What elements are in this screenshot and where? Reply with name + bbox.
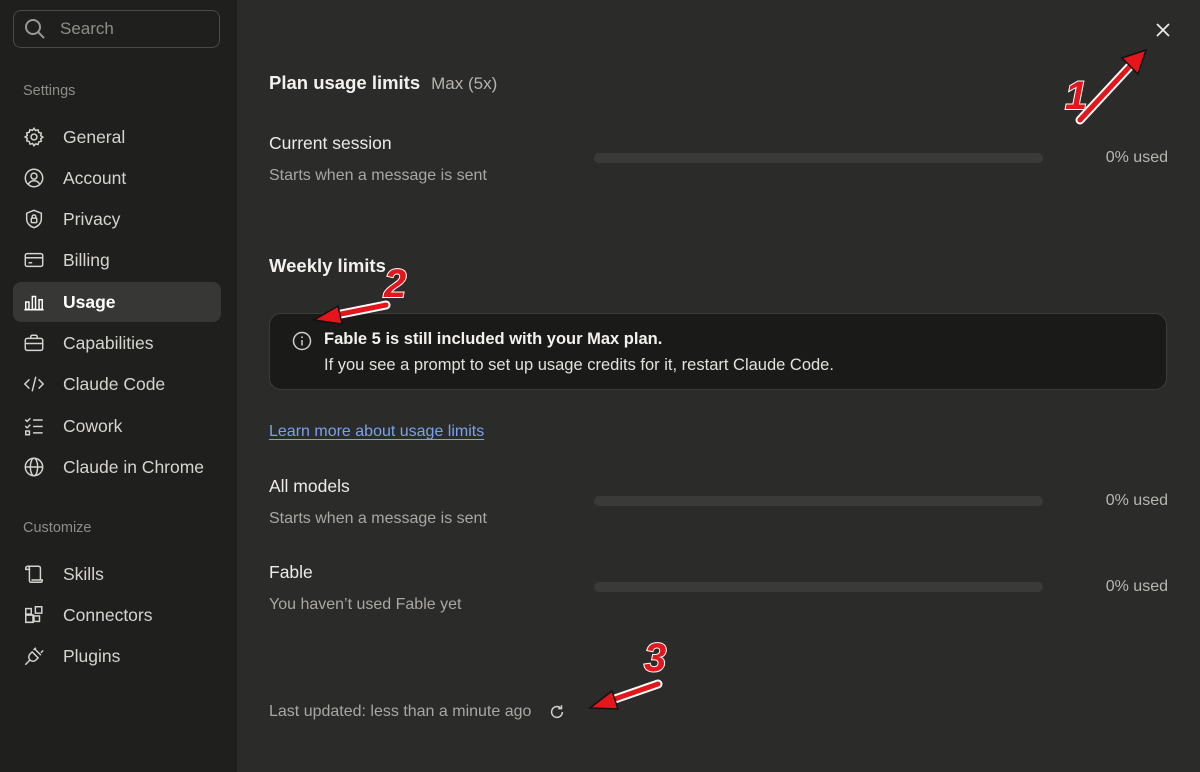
bar-chart-icon [23,291,45,313]
sidebar-item-label: Connectors [63,604,153,625]
sidebar-item-label: Usage [63,291,116,312]
all-models-progress-bar [594,496,1043,506]
sidebar-item-label: Skills [63,563,104,584]
fable-title: Fable [269,562,313,582]
sidebar-item-cowork[interactable]: Cowork [13,406,221,446]
search-input[interactable] [60,19,200,39]
current-session-subtitle: Starts when a message is sent [269,167,487,184]
globe-icon [23,456,45,478]
close-icon [1156,23,1170,37]
settings-section-label: Settings [23,83,76,99]
fable-subtitle: You haven’t used Fable yet [269,596,462,613]
blocks-icon [23,604,45,626]
close-button[interactable] [1151,18,1175,42]
all-models-subtitle: Starts when a message is sent [269,510,487,527]
sidebar-item-claude-code[interactable]: Claude Code [13,364,221,404]
current-session-title: Current session [269,133,392,153]
user-circle-icon [23,167,45,189]
sidebar-item-label: General [63,126,126,147]
scroll-icon [23,563,45,585]
notice-body: If you see a prompt to set up usage cred… [324,356,834,374]
current-session-progress-bar [594,153,1043,163]
sidebar-item-billing[interactable]: Billing [13,240,221,280]
usage-panel: Plan usage limits Max (5x) Current sessi… [237,0,1200,772]
annotation-number-1: 1 [1064,73,1088,119]
info-notice: Fable 5 is still included with your Max … [269,313,1167,390]
credit-card-icon [23,249,45,271]
page-heading: Plan usage limits Max (5x) [269,72,497,94]
refresh-button[interactable] [547,702,567,722]
annotation-number-3: 3 [643,635,667,681]
fable-progress-bar [594,582,1043,592]
search-box[interactable] [13,10,220,48]
sidebar-item-label: Privacy [63,208,121,229]
briefcase-icon [23,332,45,354]
settings-sidebar: Settings General Account Privacy [0,0,237,772]
gear-icon [23,126,45,148]
page-title: Plan usage limits [269,72,421,93]
refresh-icon [551,705,564,719]
annotation-number-2: 2 [383,261,407,307]
lock-shield-icon [23,208,45,230]
last-updated-row: Last updated: less than a minute ago [269,702,567,722]
info-icon [292,331,312,351]
sidebar-item-label: Account [63,167,127,188]
code-icon [23,373,45,395]
sidebar-item-capabilities[interactable]: Capabilities [13,323,221,363]
sidebar-item-label: Cowork [63,415,123,436]
plan-badge: Max (5x) [431,74,498,93]
sidebar-item-claude-in-chrome[interactable]: Claude in Chrome [13,447,221,487]
plug-icon [23,645,45,667]
all-models-title: All models [269,476,350,496]
sidebar-item-usage[interactable]: Usage [13,282,221,322]
checklist-icon [23,415,45,437]
search-icon [25,19,45,39]
sidebar-item-account[interactable]: Account [13,158,221,198]
sidebar-item-plugins[interactable]: Plugins [13,636,221,676]
weekly-limits-heading: Weekly limits [269,255,386,276]
sidebar-item-privacy[interactable]: Privacy [13,199,221,239]
sidebar-item-general[interactable]: General [13,117,221,157]
sidebar-item-label: Claude Code [63,373,166,394]
sidebar-item-label: Billing [63,249,110,270]
sidebar-item-connectors[interactable]: Connectors [13,595,221,635]
sidebar-item-skills[interactable]: Skills [13,554,221,594]
fable-percent: 0% used [1105,578,1168,595]
notice-headline: Fable 5 is still included with your Max … [324,330,663,348]
last-updated-text: Last updated: less than a minute ago [269,703,532,720]
current-session-percent: 0% used [1105,149,1168,166]
sidebar-item-label: Capabilities [63,332,154,353]
sidebar-item-label: Plugins [63,645,121,666]
learn-more-link[interactable]: Learn more about usage limits [269,423,484,441]
sidebar-item-label: Claude in Chrome [63,456,205,477]
all-models-percent: 0% used [1105,492,1168,509]
customize-section-label: Customize [23,520,92,536]
